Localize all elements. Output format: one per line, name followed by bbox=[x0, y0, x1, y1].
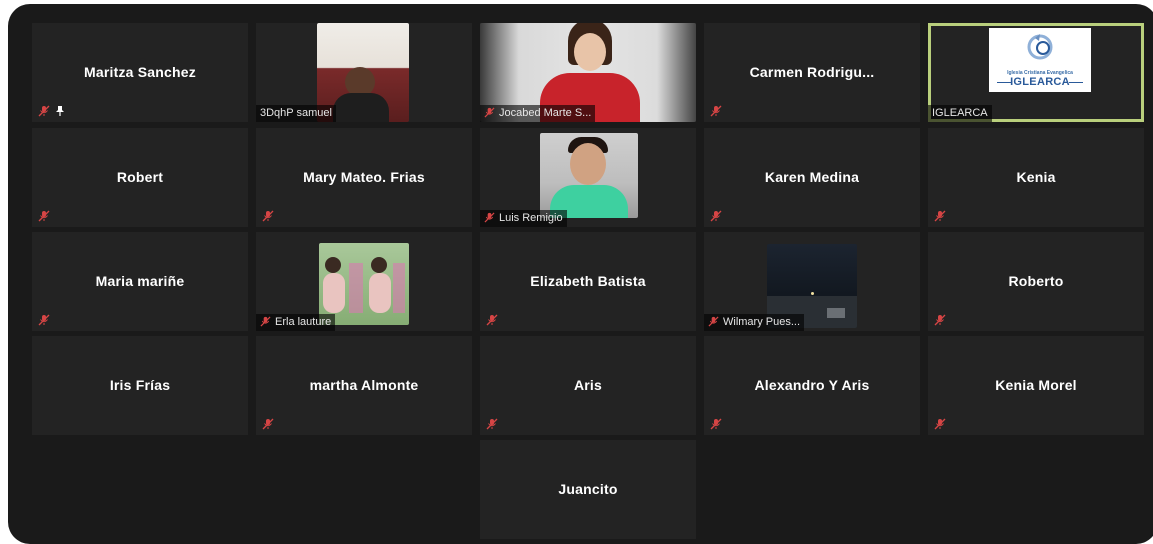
participant-name: Kenia Morel bbox=[995, 377, 1077, 393]
participant-name: Roberto bbox=[1008, 273, 1064, 289]
mic-muted-icon bbox=[710, 418, 722, 430]
video-name-label: Jocabed Marte S... bbox=[480, 105, 596, 122]
mic-muted-icon bbox=[710, 210, 722, 222]
video-name-label: Luis Remigio bbox=[480, 210, 567, 227]
participant-name: Iris Frías bbox=[109, 377, 171, 393]
mic-muted-icon bbox=[38, 314, 50, 326]
meeting-gallery-view: Maritza Sanchez 3DqhP samuel Jocabed Mar… bbox=[8, 4, 1153, 544]
video-name-label: Erla lauture bbox=[256, 314, 336, 331]
pin-icon bbox=[56, 106, 64, 116]
mic-muted-icon bbox=[486, 314, 498, 326]
mic-muted-icon bbox=[262, 418, 274, 430]
mic-muted-icon bbox=[710, 105, 722, 117]
mic-muted-icon bbox=[260, 316, 271, 327]
participant-tile[interactable]: Kenia Morel bbox=[928, 336, 1144, 435]
mic-muted-icon bbox=[484, 212, 495, 223]
participant-tile[interactable]: Maria mariñe bbox=[32, 232, 248, 331]
mic-muted-icon bbox=[38, 210, 50, 222]
participant-name: Erla lauture bbox=[275, 316, 332, 328]
participant-tile[interactable]: Wilmary Pues... bbox=[704, 232, 920, 331]
mic-muted-icon bbox=[934, 210, 946, 222]
participant-tile[interactable]: Robert bbox=[32, 128, 248, 227]
mic-muted-icon bbox=[486, 418, 498, 430]
participant-tile[interactable]: Mary Mateo. Frias bbox=[256, 128, 472, 227]
participant-name: Maritza Sanchez bbox=[84, 64, 196, 80]
participant-name: Aris bbox=[573, 377, 603, 393]
participant-name: Juancito bbox=[558, 481, 618, 497]
logo-swirl-icon bbox=[1027, 34, 1053, 60]
participant-name: Elizabeth Batista bbox=[530, 273, 646, 289]
participant-name: Luis Remigio bbox=[499, 212, 563, 224]
participant-tile[interactable]: Juancito bbox=[480, 440, 696, 539]
participant-tile[interactable]: Aris bbox=[480, 336, 696, 435]
participant-name: Maria mariñe bbox=[95, 273, 185, 289]
participant-tile[interactable]: Alexandro Y Aris bbox=[704, 336, 920, 435]
participant-name: Carmen Rodrigu... bbox=[749, 64, 875, 80]
participant-name: Robert bbox=[116, 169, 164, 185]
participant-tile[interactable]: Iris Frías bbox=[32, 336, 248, 435]
participant-tile[interactable]: Roberto bbox=[928, 232, 1144, 331]
participant-tile[interactable]: Maritza Sanchez bbox=[32, 23, 248, 122]
mic-muted-icon bbox=[38, 105, 50, 117]
mic-muted-icon bbox=[262, 210, 274, 222]
participant-name: Kenia bbox=[1016, 169, 1056, 185]
participant-tile[interactable]: martha Almonte bbox=[256, 336, 472, 435]
participant-name: Karen Medina bbox=[764, 169, 860, 185]
participant-name: martha Almonte bbox=[309, 377, 419, 393]
mic-muted-icon bbox=[708, 316, 719, 327]
participant-name: Jocabed Marte S... bbox=[499, 107, 592, 119]
mic-muted-icon bbox=[934, 314, 946, 326]
participant-tile[interactable]: Elizabeth Batista bbox=[480, 232, 696, 331]
logo-divider bbox=[1069, 82, 1083, 83]
video-name-label: Wilmary Pues... bbox=[704, 314, 805, 331]
video-feed bbox=[540, 133, 638, 218]
participant-tile[interactable]: Karen Medina bbox=[704, 128, 920, 227]
participant-tile[interactable]: Carmen Rodrigu... bbox=[704, 23, 920, 122]
participant-tile[interactable]: Luis Remigio bbox=[480, 128, 696, 227]
video-name-label: 3DqhP samuel bbox=[256, 105, 336, 122]
mic-muted-icon bbox=[934, 418, 946, 430]
participant-tile[interactable]: Erla lauture bbox=[256, 232, 472, 331]
participant-name: Mary Mateo. Frias bbox=[303, 169, 425, 185]
participant-tile[interactable]: Kenia bbox=[928, 128, 1144, 227]
participant-tile[interactable]: Jocabed Marte S... bbox=[480, 23, 696, 122]
participant-name: Alexandro Y Aris bbox=[754, 377, 870, 393]
participant-tile[interactable]: 3DqhP samuel bbox=[256, 23, 472, 122]
video-feed bbox=[319, 243, 409, 325]
church-logo: Iglesia Cristiana Evangelica IGLEARCA bbox=[989, 28, 1091, 92]
mic-muted-icon bbox=[484, 107, 495, 118]
video-name-label: IGLEARCA bbox=[928, 105, 992, 122]
participant-name: Wilmary Pues... bbox=[723, 316, 801, 328]
participant-tile-active-speaker[interactable]: Iglesia Cristiana Evangelica IGLEARCA IG… bbox=[928, 23, 1144, 122]
